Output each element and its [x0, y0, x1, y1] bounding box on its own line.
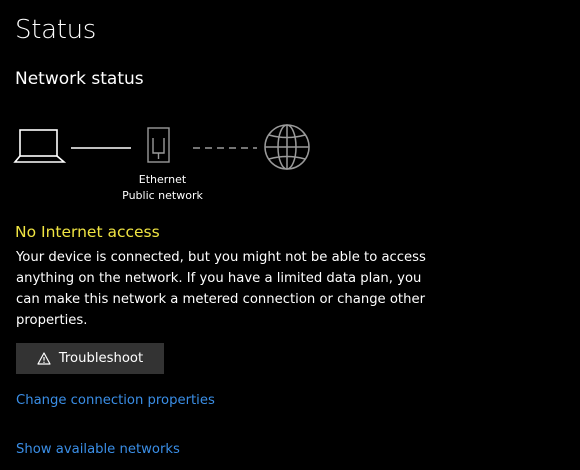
adapter-caption: Ethernet Public network	[100, 172, 225, 204]
troubleshoot-button-label: Troubleshoot	[58, 351, 144, 366]
ethernet-port-icon	[147, 127, 170, 163]
status-heading: No Internet access	[15, 223, 160, 241]
adapter-name: Ethernet	[138, 173, 187, 186]
warning-icon	[37, 352, 51, 365]
show-available-networks-link[interactable]: Show available networks	[16, 440, 180, 460]
network-diagram	[0, 118, 330, 176]
change-connection-properties-link[interactable]: Change connection properties	[16, 391, 215, 411]
page-title: Status	[15, 15, 97, 45]
network-profile: Public network	[122, 189, 203, 202]
section-title-network-status: Network status	[15, 69, 144, 89]
troubleshoot-button[interactable]: Troubleshoot	[16, 343, 164, 374]
status-description: Your device is connected, but you might …	[16, 250, 426, 328]
laptop-icon	[13, 129, 67, 163]
globe-icon	[264, 124, 310, 170]
